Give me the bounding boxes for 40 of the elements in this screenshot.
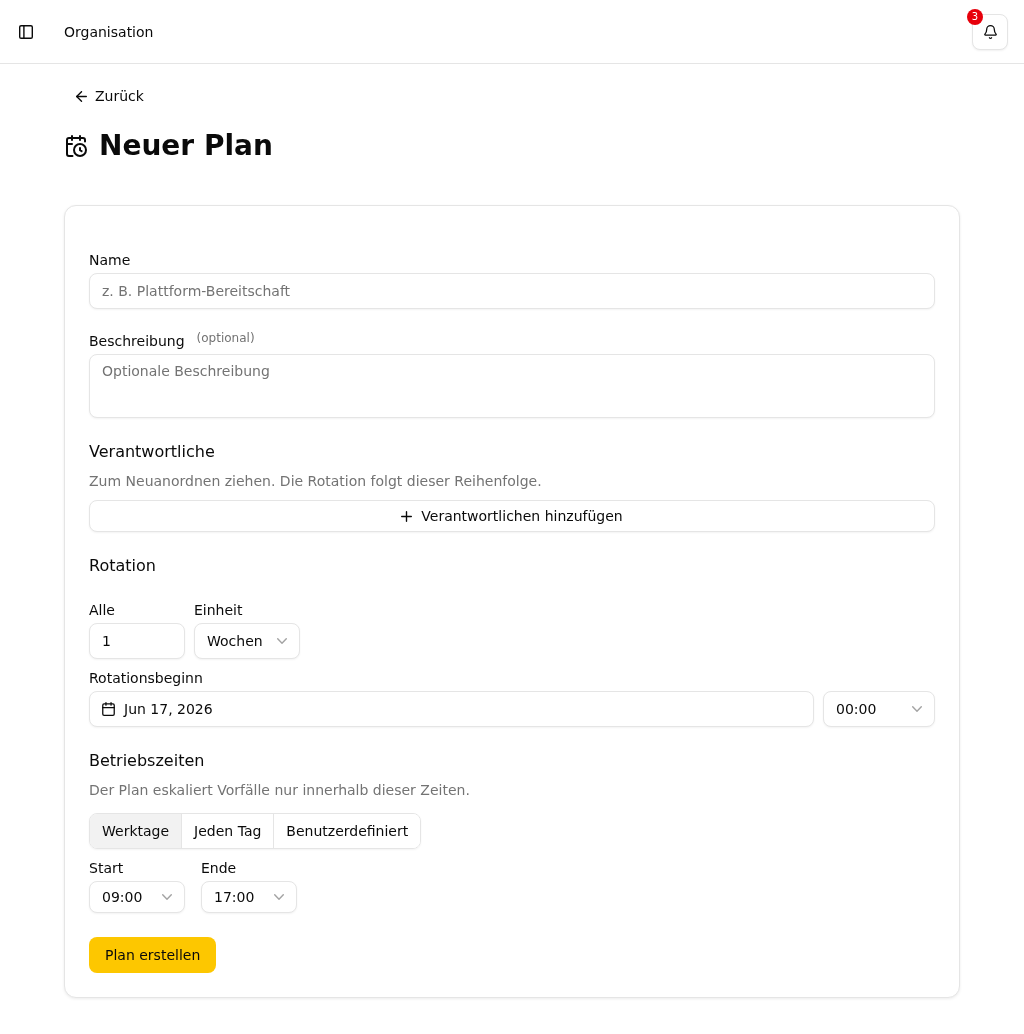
time-select[interactable]: 00:00 — [823, 691, 935, 727]
chevron-down-icon — [274, 894, 284, 900]
interval-label: Alle — [89, 601, 115, 620]
plus-icon — [401, 510, 413, 522]
name-input[interactable]: z. B. Plattform-Bereitschaft — [89, 273, 935, 309]
interval-input[interactable]: 1 — [89, 623, 185, 659]
unit-select[interactable]: Wochen — [194, 623, 300, 659]
calendar-icon — [102, 702, 115, 716]
end-time-label: Ende — [201, 859, 237, 878]
unit-label: Einheit — [194, 601, 243, 620]
name-label: Name — [89, 251, 131, 270]
notification-count-badge: 3 — [967, 8, 983, 25]
section-heading: Betriebszeiten — [89, 750, 205, 772]
description-label: Beschreibung — [89, 332, 185, 351]
calendar-clock-icon — [66, 135, 87, 157]
schedule-tab[interactable]: Werktage — [90, 814, 182, 848]
add-owner-button[interactable]: Verantwortlichen hinzufügen — [89, 500, 935, 532]
section-heading: Rotation — [89, 555, 156, 577]
help-text: Der Plan eskaliert Vorfälle nur innerhalb dieser Zeiten. — [89, 781, 470, 800]
rotation-start-label: Rotationsbeginn — [89, 669, 203, 688]
optional-note: (optional) — [196, 331, 255, 345]
start-time-label: Start — [89, 859, 124, 878]
end-time-select[interactable]: 17:00 — [201, 881, 297, 913]
date-picker[interactable]: Jun 17, 2026 — [89, 691, 814, 727]
organisation-name: Organisation — [64, 23, 154, 40]
create-plan-button[interactable]: Plan erstellen — [89, 937, 217, 973]
schedule-tab[interactable]: Benutzerdefiniert — [273, 814, 421, 848]
start-time-select[interactable]: 09:00 — [89, 881, 185, 913]
chevron-down-icon — [912, 706, 922, 712]
bell-icon — [983, 24, 997, 39]
schedule-tab[interactable]: Jeden Tag — [181, 814, 274, 848]
sidebar-panel-icon — [19, 24, 33, 39]
page-title: Neuer Plan — [99, 128, 273, 164]
section-heading: Verantwortliche — [89, 441, 215, 463]
help-text: Zum Neuanordnen ziehen. Die Rotation folgt dieser Reihenfolge. — [89, 472, 542, 491]
chevron-down-icon — [162, 894, 172, 900]
back-link[interactable]: Zurück — [64, 86, 156, 106]
notifications-button[interactable] — [972, 13, 1008, 50]
description-textarea[interactable]: Optionale Beschreibung — [89, 354, 935, 418]
chevron-down-icon — [277, 638, 287, 644]
